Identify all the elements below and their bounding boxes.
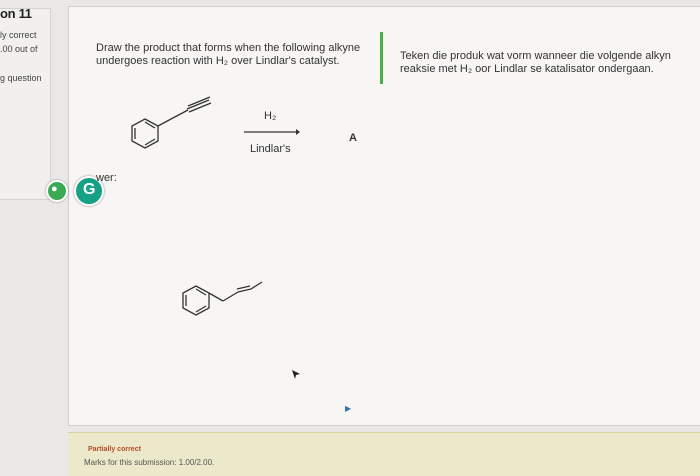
answer-label: wer:	[96, 172, 117, 184]
flag-question-link[interactable]: g question	[0, 73, 42, 83]
prompt-afrikaans-line2: reaksie met H₂ oor Lindlar se katalisato…	[400, 63, 654, 75]
alkyne-structure	[131, 96, 212, 149]
prompt-english-line1: Draw the product that forms when the fol…	[96, 42, 361, 54]
question-info-sidebar: on 11 ly correct .00 out of g question	[0, 0, 58, 475]
question-marks: .00 out of	[0, 44, 38, 54]
prompt-english-line2: undergoes reaction with H₂ over Lindlar'…	[96, 55, 340, 67]
question-status: ly correct	[0, 30, 37, 40]
answer-structure[interactable]	[178, 268, 268, 328]
feedback-state: Partially correct	[88, 446, 141, 453]
mouse-cursor-icon	[292, 370, 300, 379]
language-divider	[380, 32, 383, 84]
small-marker-icon: ▶	[345, 404, 352, 413]
reagent-h2: H₂	[264, 110, 277, 122]
lightbulb-icon: ●	[51, 183, 58, 195]
prompt-afrikaans: Teken die produk wat vorm wanneer die vo…	[400, 50, 671, 76]
feedback-box	[68, 432, 700, 476]
feedback-marks: Marks for this submission: 1.00/2.00.	[84, 458, 215, 467]
assistant-button[interactable]: ●	[46, 180, 68, 202]
question-number: on 11	[0, 6, 32, 21]
prompt-afrikaans-line1: Teken die produk wat vorm wanneer die vo…	[400, 50, 671, 62]
prompt-english: Draw the product that forms when the fol…	[96, 42, 360, 68]
grammarly-icon: G	[83, 181, 96, 198]
reaction-arrow	[244, 129, 300, 135]
product-label: A	[349, 132, 357, 144]
reagent-lindlar: Lindlar's	[250, 143, 291, 155]
